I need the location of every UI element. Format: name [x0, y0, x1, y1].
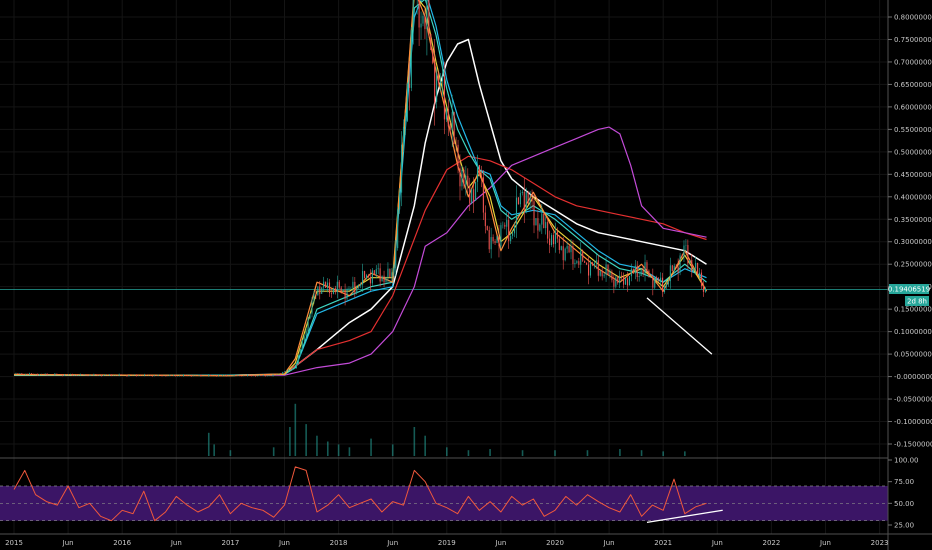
volume-bar: [213, 444, 215, 456]
volume-bar: [521, 450, 524, 456]
countdown-label: 2d 8h: [907, 298, 927, 306]
time-axis-label: Jun: [494, 539, 506, 547]
last-price-label: 0.19406519: [888, 286, 930, 294]
volume-bar: [207, 432, 210, 456]
time-axis-label: 2015: [5, 539, 23, 547]
volume-bar: [305, 424, 307, 456]
time-axis-label: Jun: [819, 539, 831, 547]
price-axis-label: 0.15000000: [894, 306, 932, 314]
volume-bar: [348, 447, 351, 456]
time-axis-label: 2019: [438, 539, 456, 547]
volume-bar: [316, 435, 318, 456]
time-axis-label: 2018: [330, 539, 348, 547]
volume-bar: [586, 450, 589, 456]
price-axis-label: 0.05000000: [894, 351, 932, 359]
time-axis-label: Jun: [62, 539, 74, 547]
volume-bar: [684, 451, 686, 456]
volume-bar: [391, 444, 394, 456]
time-axis-label: Jun: [386, 539, 398, 547]
price-axis-label: 0.65000000: [894, 81, 932, 89]
time-axis-label: Jun: [711, 539, 723, 547]
price-axis-label: 0.60000000: [894, 103, 932, 111]
price-axis-label: 0.50000000: [894, 148, 932, 156]
rsi-axis-label: 75.00: [894, 478, 914, 486]
rsi-axis-label: 25.00: [894, 522, 914, 530]
volume-bar: [413, 427, 416, 456]
price-axis-label: 0.80000000: [894, 14, 932, 22]
time-axis-label: Jun: [170, 539, 182, 547]
volume-bar: [424, 435, 426, 456]
volume-bar: [370, 438, 372, 456]
volume-bar: [446, 447, 448, 456]
time-axis-label: 2021: [654, 539, 672, 547]
volume-bar: [467, 450, 470, 456]
volume-bar: [272, 447, 275, 456]
chart-background: [0, 0, 932, 550]
volume-bar: [326, 441, 329, 456]
price-chart[interactable]: 0.80000000 0.75000000 0.70000000 0.65000000…: [0, 0, 932, 550]
time-axis-label: Jun: [278, 539, 290, 547]
volume-bar: [489, 449, 491, 456]
volume-bar: [662, 451, 664, 456]
price-axis-label: 0.30000000: [894, 238, 932, 246]
time-axis-label: 2020: [546, 539, 564, 547]
price-axis-label: -0.10000000: [894, 418, 932, 426]
price-axis-label: 0.40000000: [894, 193, 932, 201]
rsi-axis-label: 50.00: [894, 500, 914, 508]
price-axis-label: 0.55000000: [894, 126, 932, 134]
volume-bar: [640, 450, 643, 456]
time-axis-label: 2016: [113, 539, 131, 547]
price-axis-label: -0.15000000: [894, 441, 932, 449]
volume-bar: [619, 449, 621, 456]
price-axis-label: 0.35000000: [894, 216, 932, 224]
price-axis-label: 0.70000000: [894, 58, 932, 66]
price-axis-label: 0.25000000: [894, 261, 932, 269]
time-axis-label: 2022: [762, 539, 780, 547]
price-axis-label: 0.10000000: [894, 328, 932, 336]
volume-bar: [554, 450, 556, 456]
price-axis-label: 0.45000000: [894, 171, 932, 179]
volume-bar: [294, 403, 297, 456]
time-axis-label: Jun: [603, 539, 615, 547]
volume-bar: [289, 427, 291, 456]
rsi-axis-label: 100.00: [894, 457, 919, 465]
volume-bar: [229, 450, 232, 456]
time-axis-label: 2017: [221, 539, 239, 547]
price-axis-label: 0.75000000: [894, 36, 932, 44]
price-axis-label: -0.00000000: [894, 373, 932, 381]
price-axis-label: -0.05000000: [894, 396, 932, 404]
time-axis-label: 2023: [871, 539, 889, 547]
volume-bar: [337, 444, 340, 456]
